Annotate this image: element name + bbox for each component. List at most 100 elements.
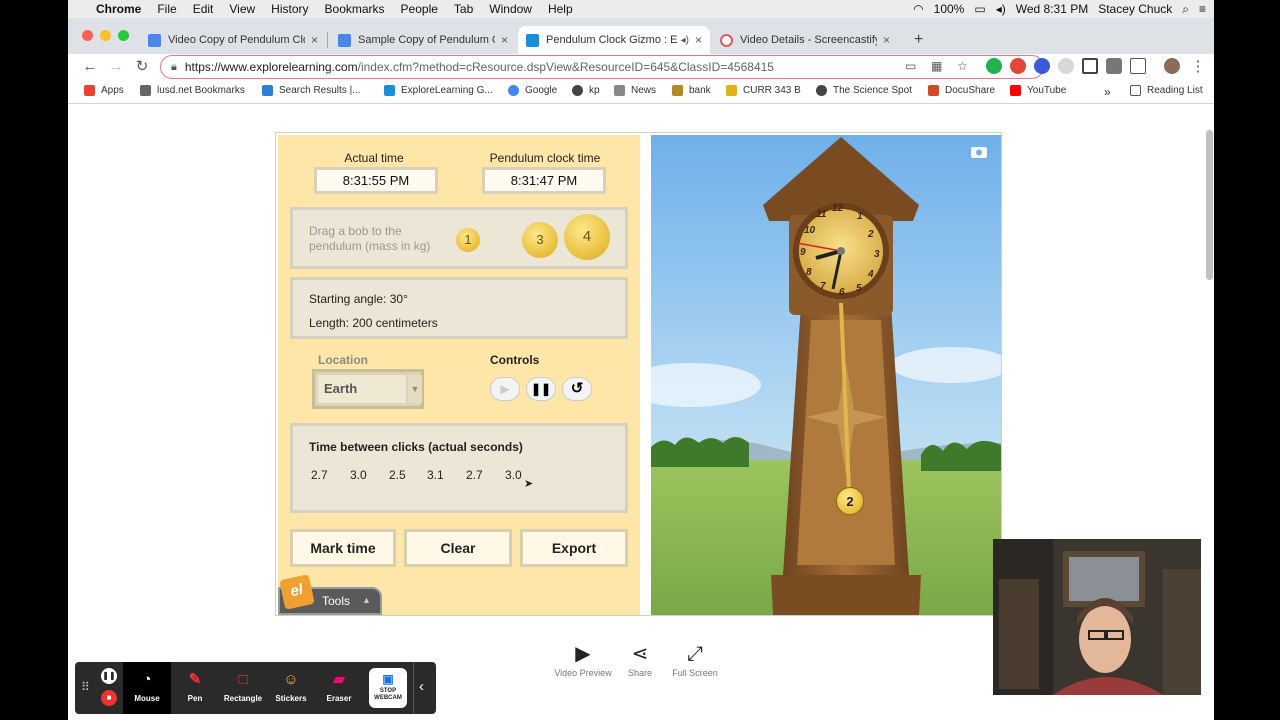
bookmark-label: Apps: [101, 85, 124, 96]
menu-file[interactable]: File: [157, 2, 176, 16]
folder-icon: [614, 85, 625, 96]
bookmark-lusd[interactable]: lusd.net Bookmarks: [140, 85, 245, 96]
pointer-extension-icon[interactable]: [1082, 58, 1098, 74]
forward-arrow-icon[interactable]: →: [106, 57, 126, 77]
menu-history[interactable]: History: [271, 2, 308, 16]
tab-video-details[interactable]: Video Details - Screencastify ×: [712, 26, 898, 54]
spotlight-search-icon[interactable]: ⌕: [1182, 2, 1189, 17]
tools-button[interactable]: el Tools ▲: [278, 574, 382, 615]
menu-people[interactable]: People: [401, 2, 438, 16]
menu-clock[interactable]: Wed 8:31 PM: [1016, 2, 1088, 16]
location-select[interactable]: Earth ▼: [312, 369, 424, 409]
close-window-icon[interactable]: [82, 30, 93, 41]
reading-list-button[interactable]: Reading List: [1130, 85, 1203, 96]
bookmark-apps[interactable]: Apps: [84, 85, 124, 96]
back-arrow-icon[interactable]: ←: [80, 57, 100, 77]
eraser-tool[interactable]: ▰ Eraser: [315, 662, 363, 714]
share-button[interactable]: ⋖ Share: [610, 640, 670, 678]
reading-list-icon[interactable]: [1130, 58, 1146, 74]
menu-view[interactable]: View: [229, 2, 255, 16]
bob-1kg[interactable]: 1: [456, 228, 480, 252]
wifi-icon[interactable]: ◠: [913, 2, 923, 16]
rectangle-tool[interactable]: □ Rectangle: [219, 662, 267, 714]
bookmark-youtube[interactable]: YouTube: [1010, 85, 1066, 96]
battery-icon[interactable]: ▭: [974, 2, 985, 16]
qr-code-icon[interactable]: ▦: [931, 59, 942, 73]
menu-help[interactable]: Help: [548, 2, 573, 16]
pendulum-bob[interactable]: 2: [836, 487, 864, 515]
bookmark-curr[interactable]: CURR 343 B: [726, 85, 801, 96]
play-icon[interactable]: ▶: [490, 377, 520, 401]
bookmark-bank[interactable]: bank: [672, 85, 711, 96]
webcam-overlay[interactable]: [993, 539, 1201, 695]
page-scrollbar[interactable]: [1206, 130, 1213, 280]
stop-webcam-button[interactable]: ▣ STOP WEBCAM: [369, 668, 407, 708]
minimize-window-icon[interactable]: [100, 30, 111, 41]
mouse-tool[interactable]: ◔ Mouse: [123, 662, 171, 714]
bookmark-news[interactable]: News: [614, 85, 656, 96]
bookmark-search-results[interactable]: Search Results |...: [262, 85, 361, 96]
extension-gray-icon[interactable]: [1058, 58, 1074, 74]
close-tab-icon[interactable]: ×: [311, 33, 318, 47]
clear-button[interactable]: Clear: [404, 529, 512, 567]
bookmark-kp[interactable]: kp: [572, 85, 600, 96]
audio-playing-icon[interactable]: ◂): [681, 35, 689, 46]
menu-window[interactable]: Window: [489, 2, 532, 16]
tab-video-copy[interactable]: Video Copy of Pendulum Clock ×: [140, 26, 326, 54]
control-center-icon[interactable]: ≡: [1199, 2, 1206, 16]
webcam-icon: ▣: [382, 672, 394, 686]
bob-tray: Drag a bob to the pendulum (mass in kg) …: [290, 207, 628, 269]
video-preview-button[interactable]: ▶ Video Preview: [553, 640, 613, 678]
tab-sample-copy[interactable]: Sample Copy of Pendulum Clock ×: [330, 26, 516, 54]
bookmark-explorelearning[interactable]: ExploreLearning G...: [384, 85, 493, 96]
click-interval: 3.1: [427, 468, 444, 482]
cast-icon[interactable]: ▭: [905, 59, 916, 73]
menu-tab[interactable]: Tab: [454, 2, 473, 16]
pause-icon[interactable]: ❚❚: [526, 377, 556, 401]
profile-avatar[interactable]: [1164, 58, 1180, 74]
close-tab-icon[interactable]: ×: [695, 33, 702, 47]
tool-label: Eraser: [326, 694, 352, 703]
bookmark-star-icon[interactable]: ☆: [957, 59, 968, 73]
bob-4kg[interactable]: 4: [564, 214, 610, 260]
volume-icon[interactable]: ◂): [996, 2, 1006, 16]
clock-numeral: 10: [804, 225, 816, 236]
extensions-puzzle-icon[interactable]: [1106, 58, 1122, 74]
menu-kebab-icon[interactable]: ⋮: [1188, 57, 1208, 77]
bookmark-docushare[interactable]: DocuShare: [928, 85, 995, 96]
menu-bookmarks[interactable]: Bookmarks: [325, 2, 385, 16]
bank-icon: [672, 85, 683, 96]
new-tab-button[interactable]: +: [906, 26, 934, 54]
close-tab-icon[interactable]: ×: [883, 33, 890, 47]
mark-time-button[interactable]: Mark time: [290, 529, 396, 567]
zoom-window-icon[interactable]: [118, 30, 129, 41]
stop-recording-icon[interactable]: ■: [101, 690, 117, 706]
pen-tool[interactable]: ✎ Pen: [171, 662, 219, 714]
stickers-tool[interactable]: ☺ Stickers: [267, 662, 315, 714]
tab-pendulum-gizmo[interactable]: Pendulum Clock Gizmo : E ◂) ×: [518, 26, 710, 54]
reload-icon[interactable]: ↻: [132, 57, 152, 77]
dropdown-arrow-icon[interactable]: ▼: [408, 375, 422, 403]
lock-icon[interactable]: 🔒︎: [171, 61, 177, 74]
fullscreen-icon: ⤢: [687, 643, 703, 665]
address-bar[interactable]: 🔒︎ https://www.explorelearning.com/index…: [160, 55, 1044, 79]
bookmark-label: CURR 343 B: [743, 85, 801, 96]
pendulum-clock-scene: 12 1 2 3 4 5 6 7 8 9 10 11 2: [651, 135, 1001, 615]
bookmark-science-spot[interactable]: The Science Spot: [816, 85, 912, 96]
menu-app-name[interactable]: Chrome: [96, 2, 141, 16]
reset-icon[interactable]: ↺: [562, 377, 592, 401]
bookmarks-overflow[interactable]: »: [1104, 85, 1111, 99]
close-tab-icon[interactable]: ×: [501, 33, 508, 47]
export-button[interactable]: Export: [520, 529, 628, 567]
collapse-toolbar-icon[interactable]: ‹: [419, 678, 424, 695]
drag-handle-icon[interactable]: ⠿: [81, 680, 90, 694]
extension-blue-icon[interactable]: [1034, 58, 1050, 74]
bob-3kg[interactable]: 3: [522, 222, 558, 258]
menu-edit[interactable]: Edit: [193, 2, 214, 16]
menu-user[interactable]: Stacey Chuck: [1098, 2, 1172, 16]
extension-red-icon[interactable]: [1010, 58, 1026, 74]
full-screen-button[interactable]: ⤢ Full Screen: [665, 640, 725, 678]
bookmark-google[interactable]: Google: [508, 85, 557, 96]
grammarly-icon[interactable]: [986, 58, 1002, 74]
pause-recording-icon[interactable]: ❚❚: [101, 668, 117, 684]
